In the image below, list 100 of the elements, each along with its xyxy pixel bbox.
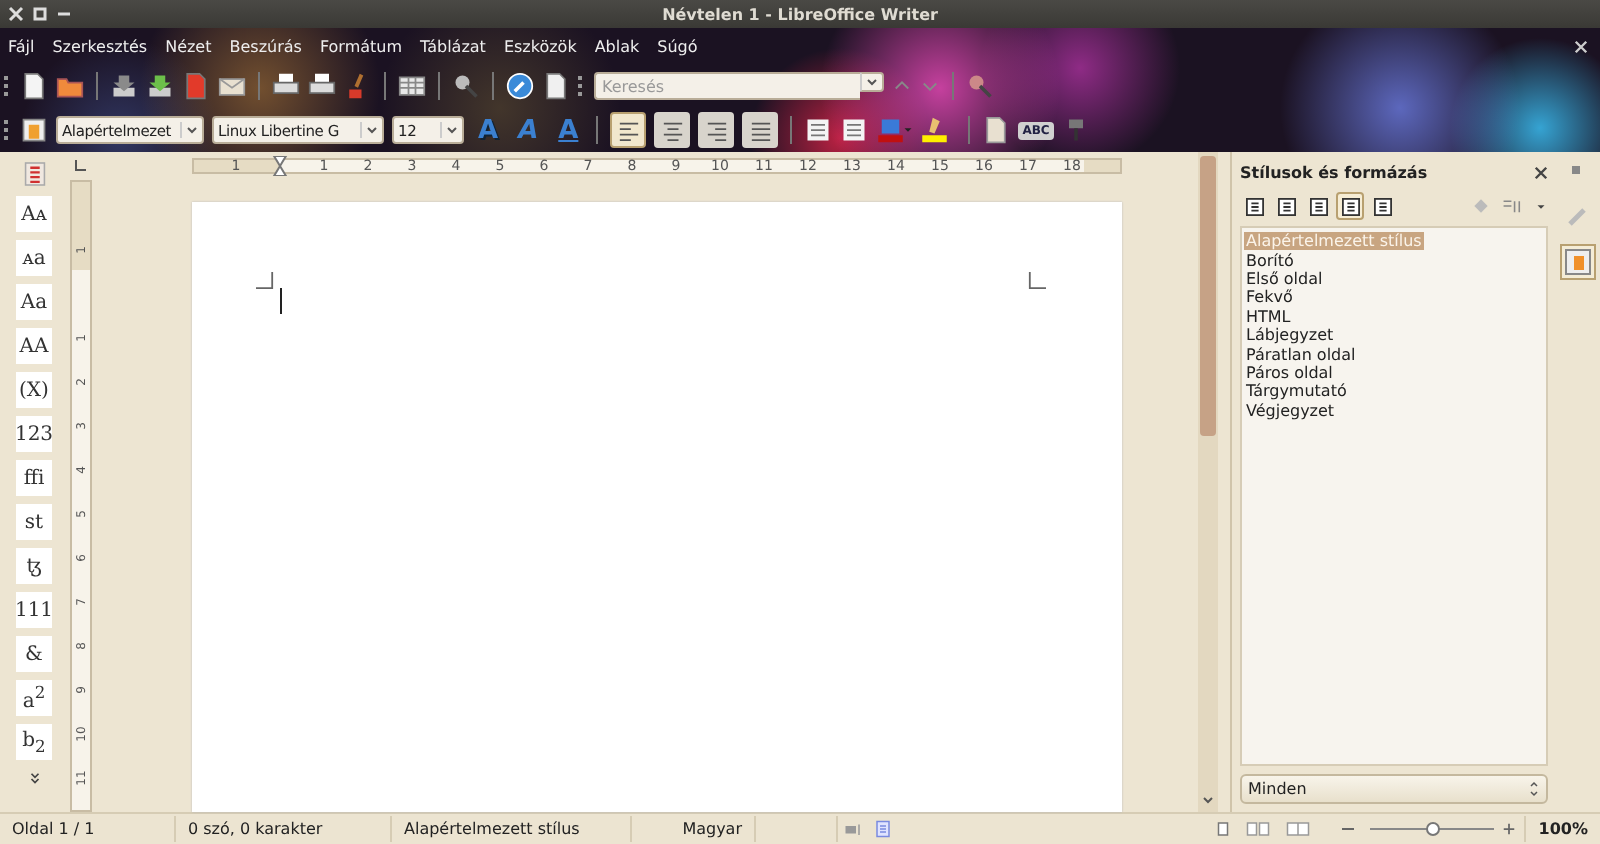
menu-item[interactable]: Szerkesztés — [52, 37, 148, 55]
text-cursor — [280, 288, 282, 314]
export-icon[interactable] — [146, 72, 174, 100]
style-category-button[interactable] — [1304, 192, 1332, 220]
styles-icon[interactable] — [20, 116, 48, 144]
alignment-button[interactable] — [742, 112, 779, 148]
menu-item[interactable]: Fájl — [8, 37, 35, 55]
alignment-icon — [749, 119, 772, 141]
style-list-item[interactable]: Páratlan oldal — [1244, 345, 1358, 364]
style-category-icon — [1341, 197, 1359, 215]
style-category-icon — [1373, 197, 1391, 215]
glyph-button[interactable]: Aᴀ — [16, 196, 52, 232]
glyph-button[interactable]: b$_{2}$ — [16, 724, 52, 760]
multi-page-view-icon[interactable] — [1244, 820, 1273, 838]
style-list-item[interactable]: Páros oldal — [1244, 363, 1335, 382]
style-category-button[interactable] — [1336, 192, 1364, 220]
indent-marker-icon[interactable] — [272, 156, 288, 176]
panel-title: Stílusok és formázás — [1240, 163, 1430, 181]
style-list-item[interactable]: Tárgymutató — [1244, 382, 1349, 401]
glyph-button[interactable]: Aa — [16, 284, 52, 320]
zoom-percentage[interactable]: 100% — [1524, 816, 1600, 842]
style-list-item[interactable]: Borító — [1244, 251, 1296, 270]
zoom-slider-thumb[interactable] — [1426, 822, 1441, 836]
window-title: Névtelen 1 - LibreOffice Writer — [660, 5, 940, 23]
alignment-icon — [705, 119, 728, 141]
toolbar-grip[interactable] — [4, 76, 12, 96]
style-list-item[interactable]: Első oldal — [1244, 269, 1325, 288]
style-category-icon — [1245, 197, 1263, 215]
open-folder-icon[interactable] — [56, 72, 84, 100]
chevron-down-icon[interactable] — [27, 772, 41, 786]
style-category-icon — [1309, 197, 1327, 215]
style-list-item[interactable]: HTML — [1244, 307, 1293, 326]
glyph-button[interactable]: ᴀa — [16, 240, 52, 276]
glyph-button[interactable]: (X) — [16, 372, 52, 408]
glyph-button[interactable]: st — [16, 504, 52, 540]
glyph-button[interactable]: 111 — [16, 592, 52, 628]
style-list-item[interactable]: Lábjegyzet — [1244, 326, 1336, 345]
language-label[interactable]: Magyar — [632, 816, 756, 842]
glyph-button[interactable]: & — [16, 636, 52, 672]
numbered-list-icon[interactable] — [804, 116, 833, 144]
alignment-button[interactable] — [654, 112, 691, 148]
single-page-view-icon[interactable] — [1214, 820, 1233, 838]
dropdown-icon[interactable] — [440, 122, 462, 138]
email-icon[interactable] — [218, 72, 246, 100]
style-category-icon — [1277, 197, 1295, 215]
menu-item[interactable]: Táblázat — [420, 37, 486, 55]
font-color-icon[interactable] — [876, 116, 913, 144]
alignment-icon — [661, 119, 684, 141]
text-boundary-mark — [256, 272, 274, 290]
dropdown-icon[interactable] — [180, 122, 202, 138]
print-icon[interactable] — [272, 72, 300, 100]
list-icon[interactable] — [23, 160, 45, 188]
print-preview-icon[interactable] — [308, 72, 336, 100]
menu-item[interactable]: Ablak — [594, 37, 640, 55]
menu-item[interactable]: Formátum — [319, 37, 403, 55]
ruler-corner-icon — [74, 160, 86, 172]
save-icon[interactable] — [110, 72, 138, 100]
style-category-button[interactable] — [1368, 192, 1396, 220]
search-field[interactable]: Keresés — [594, 72, 860, 100]
glyph-button[interactable]: AA — [16, 328, 52, 364]
scrollbar-thumb[interactable] — [1200, 156, 1216, 436]
new-document-icon[interactable] — [20, 72, 48, 100]
alignment-icon — [617, 119, 640, 141]
style-category-button[interactable] — [1272, 192, 1300, 220]
toolbar-grip[interactable] — [4, 120, 12, 140]
page-count: Oldal 1 / 1 — [0, 816, 176, 842]
menu-item[interactable]: Beszúrás — [229, 37, 302, 55]
text-boundary-mark — [1028, 272, 1046, 290]
alignment-button[interactable] — [698, 112, 735, 148]
text-effect-button[interactable]: A — [552, 117, 585, 143]
glyph-button[interactable]: ꜩ — [16, 548, 52, 584]
toolbar-grip[interactable] — [578, 76, 586, 96]
dropdown-icon[interactable] — [1534, 199, 1548, 213]
zoom-in-icon[interactable] — [1502, 822, 1517, 836]
glyph-button[interactable]: ffi — [16, 460, 52, 496]
scrollbar[interactable] — [1198, 152, 1218, 812]
glyph-button[interactable]: 123 — [16, 416, 52, 452]
menu-item[interactable]: Súgó — [657, 37, 698, 55]
style-category-button[interactable] — [1240, 192, 1268, 220]
new-style-icon[interactable] — [1502, 196, 1524, 216]
dropdown-icon[interactable] — [360, 122, 382, 138]
glyph-button[interactable]: a$^{2}$ — [16, 680, 52, 716]
page-style-label[interactable]: Alapértelmezett stílus — [392, 816, 632, 842]
style-list-item[interactable]: Végjegyzet — [1244, 401, 1337, 420]
bulleted-list-icon[interactable] — [840, 116, 869, 144]
word-count: 0 szó, 0 karakter — [176, 816, 392, 842]
document-icon[interactable] — [982, 116, 1011, 144]
book-view-icon[interactable] — [1284, 820, 1313, 838]
dropdown-icon[interactable] — [860, 72, 884, 92]
spinner-arrows-icon — [1528, 780, 1540, 798]
alignment-button[interactable] — [610, 112, 647, 148]
close-icon[interactable] — [1534, 165, 1548, 179]
table-icon[interactable] — [398, 72, 426, 100]
navigator-icon[interactable] — [506, 72, 534, 100]
style-filter-dropdown[interactable]: Minden — [1240, 774, 1548, 804]
menu-item[interactable]: Eszközök — [503, 37, 577, 55]
style-list-item[interactable]: Fekvő — [1244, 288, 1295, 307]
menu-item[interactable]: Nézet — [165, 37, 212, 55]
maximize-icon[interactable] — [32, 6, 48, 22]
scroll-down-icon[interactable] — [1200, 792, 1216, 808]
